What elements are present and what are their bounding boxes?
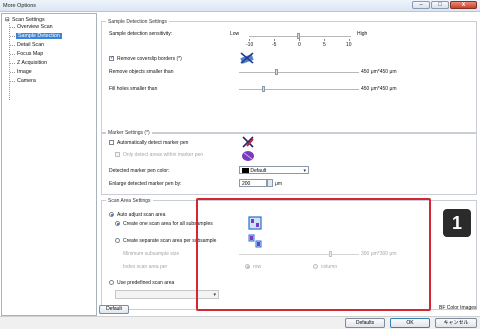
min-size-label: Minimum subsample size	[123, 251, 180, 257]
auto-adjust-radio[interactable]	[109, 212, 114, 217]
marker-area-icon	[242, 151, 254, 161]
remove-smaller-label: Remove objects smaller than	[109, 69, 174, 75]
remove-smaller-slider-track[interactable]	[239, 72, 359, 73]
title-bar: More Options – □ x	[0, 0, 480, 12]
auto-detect-marker-label: Automatically detect marker pen	[117, 140, 189, 146]
sensitivity-label: Sample detection sensitivity:	[109, 31, 173, 37]
color-swatch	[242, 168, 249, 174]
marker-color-select[interactable]: Default ▾	[239, 166, 309, 174]
tree-expand-icon[interactable]: ⊟	[5, 17, 9, 23]
defaults-button[interactable]: Defaults	[345, 318, 385, 328]
index-per-label: Index scan area per	[123, 264, 168, 270]
marker-pen-icon	[242, 136, 254, 148]
auto-adjust-label: Auto adjust scan area	[117, 212, 166, 218]
remove-coverslip-checkbox[interactable]	[109, 55, 114, 61]
scale-label: -10	[246, 42, 254, 48]
scale-label: 10	[346, 42, 352, 48]
scale-label: -5	[272, 42, 277, 48]
minimize-icon: –	[419, 2, 423, 8]
only-within-marker-label: Only detect areas within marker pen	[123, 152, 204, 158]
sensitivity-slider-track[interactable]	[249, 36, 351, 37]
enlarge-marker-label: Enlarge detected marker pen by:	[109, 181, 182, 187]
enlarge-spinner[interactable]	[267, 179, 273, 187]
fill-holes-value: 450 μm*450 μm	[361, 86, 397, 92]
tree-root-scan-settings[interactable]: Scan Settings	[12, 17, 45, 23]
tree-item-detail-scan[interactable]: Detail Scan	[17, 42, 44, 48]
fill-holes-label: Fill holes smaller than	[109, 86, 158, 92]
tree-item-z-acquisition[interactable]: Z Acquisition	[17, 60, 47, 66]
close-button[interactable]: x	[450, 1, 477, 9]
tree-item-focus-map[interactable]: Focus Map	[17, 51, 43, 57]
minimize-button[interactable]: –	[412, 1, 430, 9]
maximize-icon: □	[438, 2, 442, 8]
ok-button[interactable]: OK	[390, 318, 430, 328]
coverslip-icon	[240, 52, 254, 64]
enlarge-marker-input[interactable]: 200	[239, 179, 267, 187]
auto-detect-marker-checkbox[interactable]	[109, 140, 114, 145]
cancel-button[interactable]: キャンセル	[435, 318, 477, 328]
partial-image-label: BF Color Images	[439, 305, 477, 311]
highlight-box	[196, 198, 431, 311]
window-title: More Options	[3, 3, 37, 9]
scale-label: 0	[298, 42, 301, 48]
remove-smaller-slider-thumb[interactable]	[275, 69, 278, 75]
chevron-down-icon: ▾	[303, 168, 306, 174]
use-predefined-radio[interactable]	[109, 280, 114, 285]
settings-tree: ⊟ Scan Settings Overview Scan Sample Det…	[1, 13, 97, 316]
tree-item-sample-detection[interactable]: Sample Detection	[16, 33, 62, 39]
tree-item-camera[interactable]: Camera	[17, 78, 36, 84]
enlarge-unit: μm	[275, 181, 283, 187]
fill-holes-slider-track[interactable]	[239, 89, 359, 90]
only-within-marker-checkbox[interactable]	[115, 152, 120, 157]
high-label: High	[357, 31, 368, 37]
tree-item-overview-scan[interactable]: Overview Scan	[17, 24, 53, 30]
maximize-button[interactable]: □	[431, 1, 449, 9]
default-button[interactable]: Default	[99, 305, 129, 314]
tree-item-image[interactable]: Image	[17, 69, 32, 75]
group-title: Marker Settings (*)	[106, 130, 152, 136]
fill-holes-slider-thumb[interactable]	[262, 86, 265, 92]
use-predefined-label: Use predefined scan area	[117, 280, 175, 286]
step-badge: 1	[443, 209, 471, 237]
marker-color-label: Detected marker pen color:	[109, 168, 170, 174]
create-one-radio[interactable]	[115, 221, 120, 226]
remove-smaller-value: 450 μm*450 μm	[361, 69, 397, 75]
close-icon: x	[461, 2, 466, 8]
remove-coverslip-label: Remove coverslip borders (*)	[117, 56, 182, 62]
group-title: Sample Detection Settings	[106, 19, 169, 25]
sample-detection-group: Sample Detection Settings	[101, 19, 477, 134]
low-label: Low	[230, 31, 240, 37]
scale-label: 5	[323, 42, 326, 48]
group-title: Scan Area Settings	[106, 198, 153, 204]
create-separate-radio[interactable]	[115, 238, 120, 243]
